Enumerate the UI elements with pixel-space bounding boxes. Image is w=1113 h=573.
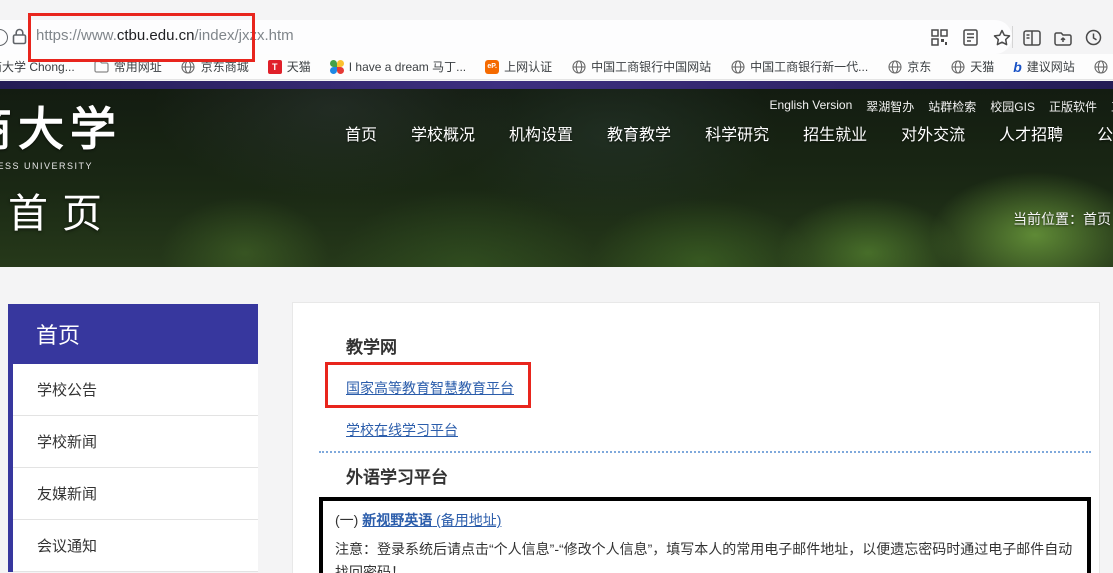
link-cuihu-zhiban[interactable]: 翠湖智办 <box>866 98 914 115</box>
link-english-version[interactable]: English Version <box>770 98 853 115</box>
url-scheme: https://www. <box>36 27 117 44</box>
reading-view-icon[interactable] <box>961 28 980 47</box>
section-title-teaching-net: 教学网 <box>346 333 397 358</box>
link-campus-gis[interactable]: 校园GIS <box>990 98 1035 115</box>
globe-icon <box>950 59 965 74</box>
bookmark-item[interactable]: 教学网 <box>1094 58 1113 75</box>
bookmark-item[interactable]: 中国工商银行中国网站 <box>571 58 711 75</box>
nav-research[interactable]: 科学研究 <box>705 121 769 145</box>
nav-clipped[interactable]: 公 <box>1097 121 1113 145</box>
link-site-search[interactable]: 站群检索 <box>928 98 976 115</box>
split-screen-icon[interactable] <box>1022 28 1041 47</box>
bookmark-label: 中国工商银行新一代... <box>750 58 868 75</box>
tmall-icon: T <box>268 60 282 74</box>
utility-links: English Version 翠湖智办 站群检索 校园GIS 正版软件 工 <box>770 98 1113 115</box>
nav-education-teaching[interactable]: 教育教学 <box>607 121 671 145</box>
item-number: (一) <box>335 512 362 528</box>
globe-icon <box>1094 59 1109 74</box>
sidebar-item-meeting-notices[interactable]: 会议通知 <box>13 520 258 572</box>
bookmarks-bar: 商大学 Chong... 常用网址 京东商城 T 天猫 I have a dre… <box>0 54 1113 80</box>
bookmark-item[interactable]: T 天猫 <box>268 58 311 75</box>
ep-icon: eP. <box>485 60 499 74</box>
bookmark-label: 上网认证 <box>504 58 552 75</box>
favorite-star-icon[interactable] <box>992 28 1011 47</box>
hero-banner: 商大学 USINESS UNIVERSITY English Version 翠… <box>0 89 1113 267</box>
collections-icon[interactable] <box>1053 28 1072 47</box>
bookmark-label: 京东 <box>907 58 931 75</box>
bookmark-item[interactable]: b 建议网站 <box>1013 58 1075 75</box>
bing-icon: b <box>1013 59 1022 75</box>
bookmark-item[interactable]: 京东商城 <box>181 58 249 75</box>
dotted-divider <box>319 451 1091 453</box>
content-card: 教学网 国家高等教育智慧教育平台 学校在线学习平台 外语学习平台 (一) 新视野… <box>292 302 1100 573</box>
sidebar-item-media-news[interactable]: 友媒新闻 <box>13 468 258 520</box>
main-navigation: 首页 学校概况 机构设置 教育教学 科学研究 招生就业 对外交流 人才招聘 公 <box>345 121 1113 145</box>
bookmark-label: 中国工商银行中国网站 <box>591 58 711 75</box>
toolbar-divider <box>1012 26 1013 48</box>
bookmark-item[interactable]: I have a dream 马丁... <box>330 58 466 75</box>
toolbar-buttons <box>1022 28 1113 47</box>
bookmark-label: 京东商城 <box>201 58 249 75</box>
notice-text: 注意：登录系统后请点击“个人信息”-“修改个人信息”，填写本人的常用电子邮件地址… <box>335 538 1075 573</box>
nav-organizations[interactable]: 机构设置 <box>509 121 573 145</box>
globe-icon <box>887 59 902 74</box>
folder-icon <box>94 59 109 74</box>
nav-recruitment[interactable]: 人才招聘 <box>999 121 1063 145</box>
bookmark-label: 天猫 <box>970 58 994 75</box>
bookmark-item[interactable]: 常用网址 <box>94 58 162 75</box>
bookmark-item[interactable]: 商大学 Chong... <box>0 58 75 75</box>
address-bar-actions <box>930 28 1011 47</box>
history-clock-icon[interactable] <box>1084 28 1103 47</box>
site-top-strip <box>0 81 1113 89</box>
browser-window: https://www.ctbu.edu.cn/index/jxzx.htm <box>0 0 1113 573</box>
bookmark-item[interactable]: 天猫 <box>950 58 994 75</box>
link-backup-address[interactable]: (备用地址) <box>432 512 501 528</box>
url-domain: ctbu.edu.cn <box>117 27 195 44</box>
notice-box-heading: (一) 新视野英语 (备用地址) <box>335 510 1075 530</box>
globe-icon <box>571 59 586 74</box>
globe-icon <box>181 59 196 74</box>
sidebar-item-school-notices[interactable]: 学校公告 <box>13 364 258 416</box>
sidebar-header[interactable]: 首页 <box>8 304 258 364</box>
bookmark-label: 天猫 <box>287 58 311 75</box>
bookmark-label: 建议网站 <box>1027 58 1075 75</box>
nav-international[interactable]: 对外交流 <box>901 121 965 145</box>
bookmark-label: 商大学 Chong... <box>0 58 75 75</box>
nav-home[interactable]: 首页 <box>345 121 377 145</box>
nav-school-overview[interactable]: 学校概况 <box>411 121 475 145</box>
url-text[interactable]: https://www.ctbu.edu.cn/index/jxzx.htm <box>36 27 294 44</box>
sidebar-item-school-news[interactable]: 学校新闻 <box>13 416 258 468</box>
section-title-foreign-language-platform: 外语学习平台 <box>346 463 448 488</box>
lock-icon[interactable] <box>12 28 27 50</box>
link-national-smart-education-platform[interactable]: 国家高等教育智慧教育平台 <box>346 378 514 398</box>
breadcrumb: 当前位置：首页 <box>1013 209 1111 229</box>
pinwheel-icon <box>330 60 344 74</box>
browser-toolbar: https://www.ctbu.edu.cn/index/jxzx.htm <box>0 0 1113 54</box>
link-school-online-learning-platform[interactable]: 学校在线学习平台 <box>346 420 458 440</box>
globe-icon <box>730 59 745 74</box>
bookmark-label: 常用网址 <box>114 58 162 75</box>
bookmark-item[interactable]: 京东 <box>887 58 931 75</box>
university-logo-en: USINESS UNIVERSITY <box>0 161 93 171</box>
bookmark-item[interactable]: eP. 上网认证 <box>485 58 552 75</box>
nav-admissions[interactable]: 招生就业 <box>803 121 867 145</box>
bookmark-label: I have a dream 马丁... <box>349 58 466 75</box>
page-title: 首页 <box>8 181 116 239</box>
sidebar: 首页 学校公告 学校新闻 友媒新闻 会议通知 <box>8 304 258 572</box>
link-genuine-software[interactable]: 正版软件 <box>1049 98 1097 115</box>
sidebar-list: 学校公告 学校新闻 友媒新闻 会议通知 <box>8 364 258 572</box>
bookmark-item[interactable]: 中国工商银行新一代... <box>730 58 868 75</box>
link-new-horizon-english[interactable]: 新视野英语 <box>362 512 432 528</box>
notice-box: (一) 新视野英语 (备用地址) 注意：登录系统后请点击“个人信息”-“修改个人… <box>319 497 1091 573</box>
qr-code-icon[interactable] <box>930 28 949 47</box>
university-logo-cn: 商大学 <box>0 93 122 159</box>
url-path: /index/jxzx.htm <box>194 27 293 44</box>
